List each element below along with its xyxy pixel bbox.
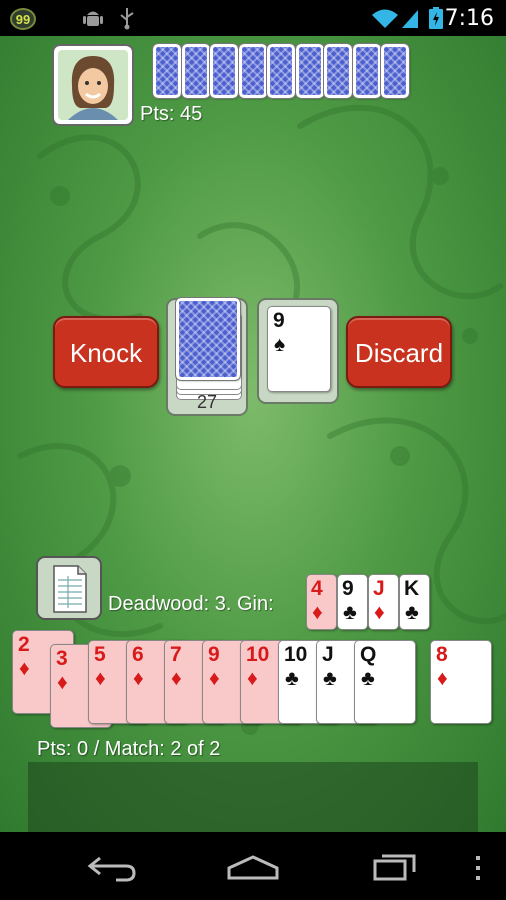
- message-panel: [28, 762, 478, 832]
- wifi-icon: [372, 9, 398, 28]
- card-suit: ♦: [57, 671, 68, 694]
- discard-pile[interactable]: 9 ♠: [257, 298, 339, 404]
- card-rank: 9: [208, 643, 220, 666]
- card-suit: ♣: [361, 667, 375, 690]
- opponent-card-back: [351, 43, 382, 99]
- opponent-points: Pts: 45: [140, 103, 203, 125]
- hand-card[interactable]: Q ♣: [354, 640, 416, 724]
- card-suit: ♦: [171, 667, 182, 690]
- clock: 7:16: [444, 6, 494, 31]
- score-sheet-button[interactable]: [36, 556, 102, 620]
- discard-rank: 9: [273, 309, 285, 332]
- card-rank: 2: [18, 633, 30, 656]
- card-suit: ♦: [437, 667, 448, 690]
- card-suit: ♦: [247, 667, 258, 690]
- game-table: Pts: 45 Knock 27 9 ♠ Discard Deadwood: 3…: [0, 36, 506, 832]
- stock-count: 27: [196, 392, 218, 412]
- discard-button[interactable]: Discard: [346, 316, 452, 388]
- opponent-card-back: [152, 43, 182, 99]
- card-suit: ♦: [133, 667, 144, 690]
- notification-badge: 99: [10, 8, 36, 30]
- card-rank: 5: [94, 643, 106, 666]
- opponent-card-back: [237, 43, 268, 99]
- card-rank: Q: [360, 643, 377, 666]
- discard-suit: ♠: [274, 333, 286, 356]
- deadwood-label: Deadwood: 3. Gin:: [108, 593, 274, 615]
- card-suit: ♣: [343, 601, 357, 624]
- card-rank: 8: [436, 643, 448, 666]
- gin-card[interactable]: 4 ♦: [306, 574, 337, 630]
- opponent-card-back: [180, 43, 211, 99]
- android-debug-icon: [83, 11, 103, 26]
- opponent-card-back: [380, 43, 410, 99]
- gin-card[interactable]: 9 ♣: [337, 574, 368, 630]
- stock-top-card[interactable]: [175, 297, 241, 381]
- card-suit: ♦: [209, 667, 220, 690]
- card-suit: ♦: [312, 601, 323, 624]
- discard-top-card[interactable]: 9 ♠: [267, 306, 331, 392]
- opponent-card-back: [266, 43, 296, 99]
- card-rank: J: [322, 643, 334, 666]
- usb-icon: [120, 8, 134, 30]
- hand-card[interactable]: 8 ♦: [430, 640, 492, 724]
- opponent-avatar: [52, 44, 134, 126]
- card-suit: ♣: [323, 667, 337, 690]
- card-rank: 7: [170, 643, 182, 666]
- stock-pile[interactable]: 27: [166, 297, 248, 416]
- battery-icon: [429, 7, 443, 29]
- player-score: Pts: 0 / Match: 2 of 2: [37, 738, 221, 760]
- gin-card[interactable]: J ♦: [368, 574, 399, 630]
- home-icon[interactable]: [226, 854, 280, 880]
- overflow-menu-icon[interactable]: [474, 854, 482, 882]
- gin-card[interactable]: K ♣: [399, 574, 430, 630]
- card-suit: ♣: [285, 667, 299, 690]
- knock-button[interactable]: Knock: [53, 316, 159, 388]
- navigation-bar: [0, 832, 506, 900]
- opponent-card-back: [294, 43, 325, 99]
- card-rank: 10: [284, 643, 308, 666]
- card-suit: ♦: [374, 601, 385, 624]
- card-rank: K: [404, 577, 420, 600]
- card-rank: 10: [246, 643, 270, 666]
- opponent-card-back: [209, 43, 239, 99]
- score-sheet-icon: [53, 565, 87, 613]
- card-rank: 4: [311, 577, 323, 600]
- avatar-face-icon: [58, 50, 128, 120]
- signal-icon: [402, 10, 418, 28]
- opponent-card-back: [323, 43, 353, 99]
- card-suit: ♣: [405, 601, 419, 624]
- recent-apps-icon[interactable]: [372, 852, 418, 882]
- card-rank: 6: [132, 643, 144, 666]
- card-rank: J: [373, 577, 385, 600]
- status-bar: 99 7:16: [0, 0, 506, 36]
- card-rank: 3: [56, 647, 68, 670]
- card-suit: ♦: [95, 667, 106, 690]
- card-suit: ♦: [19, 657, 30, 680]
- back-icon[interactable]: [86, 852, 138, 882]
- card-rank: 9: [342, 577, 354, 600]
